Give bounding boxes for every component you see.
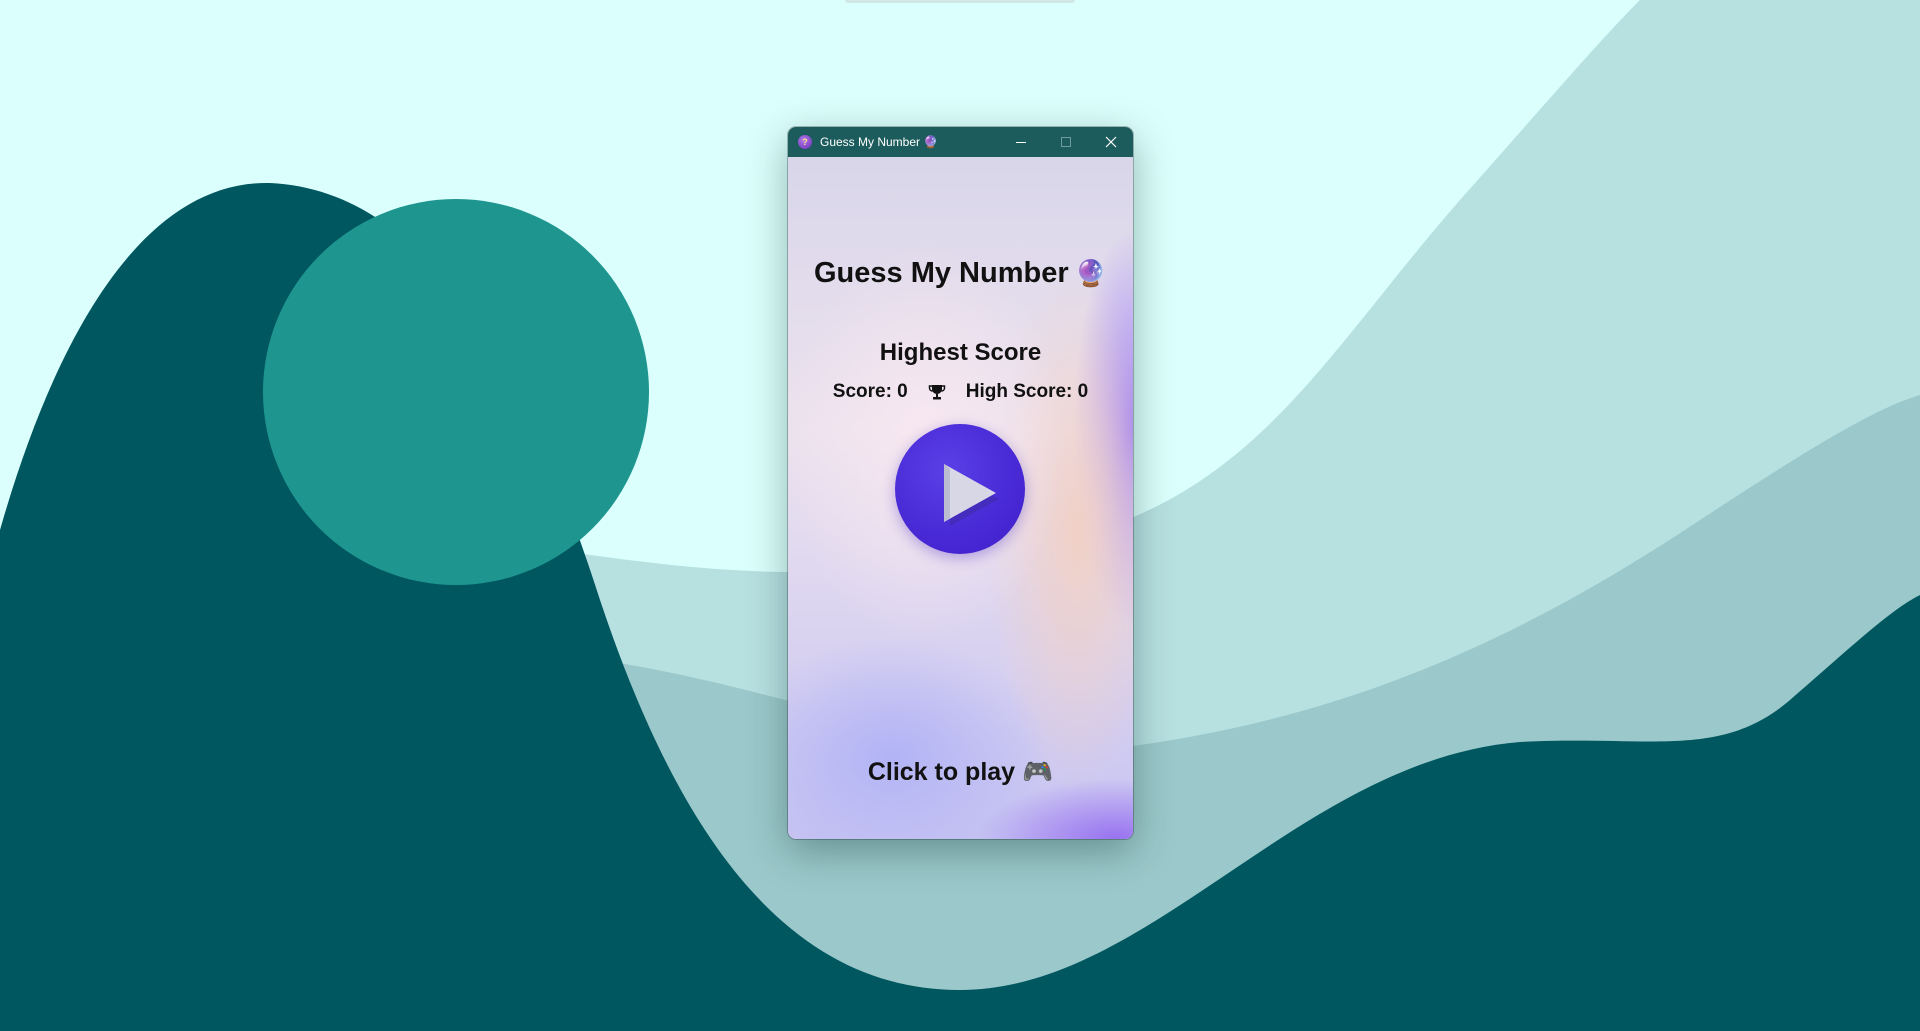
game-title: Guess My Number 🔮 xyxy=(788,257,1133,290)
maximize-button[interactable] xyxy=(1043,127,1088,157)
game-screen: Guess My Number 🔮 Highest Score Score: 0 … xyxy=(788,157,1133,839)
game-title-text: Guess My Number xyxy=(813,257,1069,289)
click-to-play-text: Click to play xyxy=(867,758,1016,786)
high-score: High Score: 0 xyxy=(965,381,1089,402)
close-button[interactable] xyxy=(1088,127,1133,157)
window-controls xyxy=(998,127,1133,157)
click-to-play-label: Click to play 🎮 xyxy=(788,758,1133,787)
desktop: ? Guess My Number 🔮 Guess My Number 🔮 Hi… xyxy=(0,0,1920,1031)
minimize-button[interactable] xyxy=(998,127,1043,157)
title-bar[interactable]: ? Guess My Number 🔮 xyxy=(788,127,1133,157)
maximize-icon xyxy=(1060,137,1071,147)
app-icon: ? xyxy=(798,135,812,149)
score-row: Score: 0 High Score: 0 xyxy=(788,381,1133,403)
window-title: Guess My Number 🔮 xyxy=(820,135,939,149)
gamepad-icon: 🎮 xyxy=(1022,758,1054,786)
play-icon xyxy=(944,464,999,526)
close-icon xyxy=(1105,136,1116,148)
minimize-icon xyxy=(1015,142,1026,143)
highest-score-heading: Highest Score xyxy=(879,339,1042,366)
trophy-icon xyxy=(928,383,946,401)
crystal-ball-icon: 🔮 xyxy=(1074,258,1107,288)
play-button[interactable] xyxy=(895,424,1025,554)
app-window: ? Guess My Number 🔮 Guess My Number 🔮 Hi… xyxy=(788,127,1133,839)
top-edge-indicator xyxy=(845,0,1075,3)
current-score: Score: 0 xyxy=(832,381,908,402)
